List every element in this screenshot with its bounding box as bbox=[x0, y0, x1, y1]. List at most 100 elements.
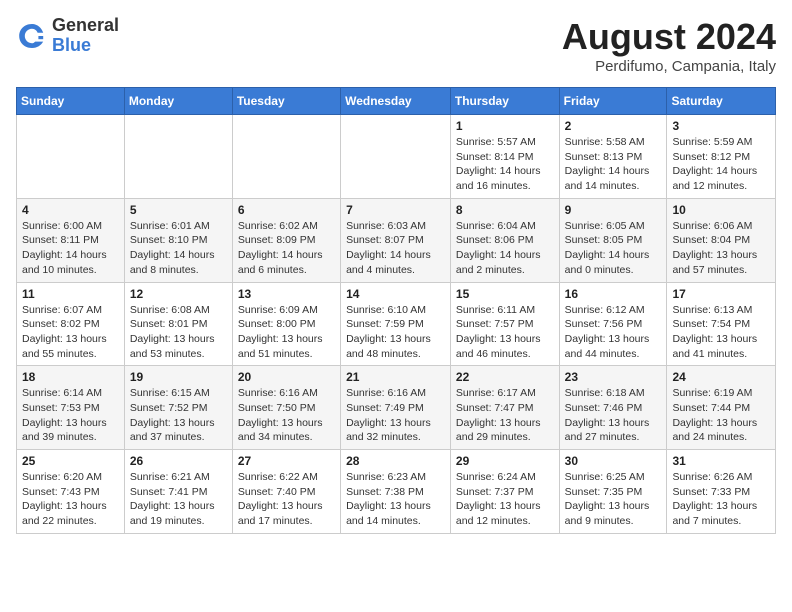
day-cell bbox=[232, 115, 340, 199]
day-cell: 13 Sunrise: 6:09 AM Sunset: 8:00 PM Dayli… bbox=[232, 282, 340, 366]
day-info: Sunrise: 6:07 AM Sunset: 8:02 PM Dayligh… bbox=[22, 303, 119, 362]
day-cell: 5 Sunrise: 6:01 AM Sunset: 8:10 PM Daylig… bbox=[124, 198, 232, 282]
day-info: Sunrise: 5:57 AM Sunset: 8:14 PM Dayligh… bbox=[456, 135, 554, 194]
day-cell: 7 Sunrise: 6:03 AM Sunset: 8:07 PM Daylig… bbox=[341, 198, 451, 282]
day-number: 3 bbox=[672, 119, 770, 133]
day-info: Sunrise: 6:03 AM Sunset: 8:07 PM Dayligh… bbox=[346, 219, 445, 278]
location-subtitle: Perdifumo, Campania, Italy bbox=[562, 58, 776, 75]
day-number: 4 bbox=[22, 203, 119, 217]
day-number: 12 bbox=[130, 287, 227, 301]
day-number: 6 bbox=[238, 203, 335, 217]
day-info: Sunrise: 6:04 AM Sunset: 8:06 PM Dayligh… bbox=[456, 219, 554, 278]
logo-icon bbox=[16, 20, 48, 52]
day-number: 11 bbox=[22, 287, 119, 301]
header-day-monday: Monday bbox=[124, 88, 232, 115]
day-cell: 18 Sunrise: 6:14 AM Sunset: 7:53 PM Dayli… bbox=[17, 366, 125, 450]
day-number: 5 bbox=[130, 203, 227, 217]
day-cell: 25Sunrise: 6:20 AM Sunset: 7:43 PM Dayli… bbox=[17, 450, 125, 534]
day-info: Sunrise: 6:16 AM Sunset: 7:49 PM Dayligh… bbox=[346, 386, 445, 445]
day-cell: 3 Sunrise: 5:59 AM Sunset: 8:12 PM Daylig… bbox=[667, 115, 776, 199]
week-row-1: 1 Sunrise: 5:57 AM Sunset: 8:14 PM Daylig… bbox=[17, 115, 776, 199]
day-number: 9 bbox=[565, 203, 662, 217]
day-number: 8 bbox=[456, 203, 554, 217]
day-number: 17 bbox=[672, 287, 770, 301]
day-info: Sunrise: 6:08 AM Sunset: 8:01 PM Dayligh… bbox=[130, 303, 227, 362]
day-cell bbox=[124, 115, 232, 199]
day-info: Sunrise: 6:12 AM Sunset: 7:56 PM Dayligh… bbox=[565, 303, 662, 362]
day-cell: 1 Sunrise: 5:57 AM Sunset: 8:14 PM Daylig… bbox=[450, 115, 559, 199]
day-number: 13 bbox=[238, 287, 335, 301]
day-info: Sunrise: 6:06 AM Sunset: 8:04 PM Dayligh… bbox=[672, 219, 770, 278]
day-info: Sunrise: 6:26 AM Sunset: 7:33 PM Dayligh… bbox=[672, 470, 770, 529]
day-info: Sunrise: 6:00 AM Sunset: 8:11 PM Dayligh… bbox=[22, 219, 119, 278]
day-number: 21 bbox=[346, 370, 445, 384]
day-cell bbox=[17, 115, 125, 199]
day-cell: 4 Sunrise: 6:00 AM Sunset: 8:11 PM Daylig… bbox=[17, 198, 125, 282]
day-info: Sunrise: 6:21 AM Sunset: 7:41 PM Dayligh… bbox=[130, 470, 227, 529]
title-block: August 2024 Perdifumo, Campania, Italy bbox=[562, 16, 776, 75]
day-number: 18 bbox=[22, 370, 119, 384]
day-info: Sunrise: 6:16 AM Sunset: 7:50 PM Dayligh… bbox=[238, 386, 335, 445]
day-cell: 14 Sunrise: 6:10 AM Sunset: 7:59 PM Dayli… bbox=[341, 282, 451, 366]
day-cell: 8 Sunrise: 6:04 AM Sunset: 8:06 PM Daylig… bbox=[450, 198, 559, 282]
day-info: Sunrise: 6:23 AM Sunset: 7:38 PM Dayligh… bbox=[346, 470, 445, 529]
day-number: 28 bbox=[346, 454, 445, 468]
day-info: Sunrise: 6:09 AM Sunset: 8:00 PM Dayligh… bbox=[238, 303, 335, 362]
day-info: Sunrise: 5:58 AM Sunset: 8:13 PM Dayligh… bbox=[565, 135, 662, 194]
day-cell: 30 Sunrise: 6:25 AM Sunset: 7:35 PM Dayli… bbox=[559, 450, 667, 534]
day-cell: 21 Sunrise: 6:16 AM Sunset: 7:49 PM Dayli… bbox=[341, 366, 451, 450]
day-cell: 27 Sunrise: 6:22 AM Sunset: 7:40 PM Dayli… bbox=[232, 450, 340, 534]
day-cell: 29Sunrise: 6:24 AM Sunset: 7:37 PM Dayli… bbox=[450, 450, 559, 534]
day-number: 14 bbox=[346, 287, 445, 301]
day-cell: 28 Sunrise: 6:23 AM Sunset: 7:38 PM Dayli… bbox=[341, 450, 451, 534]
day-info: Sunrise: 6:20 AM Sunset: 7:43 PM Dayligh… bbox=[22, 470, 119, 529]
calendar-header: SundayMondayTuesdayWednesdayThursdayFrid… bbox=[17, 88, 776, 115]
day-info: Sunrise: 5:59 AM Sunset: 8:12 PM Dayligh… bbox=[672, 135, 770, 194]
day-number: 29 bbox=[456, 454, 554, 468]
week-row-2: 4 Sunrise: 6:00 AM Sunset: 8:11 PM Daylig… bbox=[17, 198, 776, 282]
day-cell: 10 Sunrise: 6:06 AM Sunset: 8:04 PM Dayli… bbox=[667, 198, 776, 282]
day-number: 10 bbox=[672, 203, 770, 217]
day-cell: 24Sunrise: 6:19 AM Sunset: 7:44 PM Dayli… bbox=[667, 366, 776, 450]
logo-general: General bbox=[52, 16, 119, 36]
day-info: Sunrise: 6:17 AM Sunset: 7:47 PM Dayligh… bbox=[456, 386, 554, 445]
day-cell: 23Sunrise: 6:18 AM Sunset: 7:46 PM Dayli… bbox=[559, 366, 667, 450]
day-number: 7 bbox=[346, 203, 445, 217]
day-info: Sunrise: 6:10 AM Sunset: 7:59 PM Dayligh… bbox=[346, 303, 445, 362]
day-number: 30 bbox=[565, 454, 662, 468]
day-number: 1 bbox=[456, 119, 554, 133]
day-number: 26 bbox=[130, 454, 227, 468]
header-row: SundayMondayTuesdayWednesdayThursdayFrid… bbox=[17, 88, 776, 115]
day-cell: 15 Sunrise: 6:11 AM Sunset: 7:57 PM Dayli… bbox=[450, 282, 559, 366]
day-number: 15 bbox=[456, 287, 554, 301]
header-day-saturday: Saturday bbox=[667, 88, 776, 115]
logo: General Blue bbox=[16, 16, 119, 56]
logo-blue: Blue bbox=[52, 36, 119, 56]
day-cell: 22 Sunrise: 6:17 AM Sunset: 7:47 PM Dayli… bbox=[450, 366, 559, 450]
day-info: Sunrise: 6:01 AM Sunset: 8:10 PM Dayligh… bbox=[130, 219, 227, 278]
day-number: 27 bbox=[238, 454, 335, 468]
month-year-title: August 2024 bbox=[562, 16, 776, 58]
day-number: 22 bbox=[456, 370, 554, 384]
day-cell: 2 Sunrise: 5:58 AM Sunset: 8:13 PM Daylig… bbox=[559, 115, 667, 199]
day-cell bbox=[341, 115, 451, 199]
day-info: Sunrise: 6:22 AM Sunset: 7:40 PM Dayligh… bbox=[238, 470, 335, 529]
header-day-friday: Friday bbox=[559, 88, 667, 115]
day-info: Sunrise: 6:11 AM Sunset: 7:57 PM Dayligh… bbox=[456, 303, 554, 362]
day-cell: 16Sunrise: 6:12 AM Sunset: 7:56 PM Dayli… bbox=[559, 282, 667, 366]
day-info: Sunrise: 6:02 AM Sunset: 8:09 PM Dayligh… bbox=[238, 219, 335, 278]
day-info: Sunrise: 6:14 AM Sunset: 7:53 PM Dayligh… bbox=[22, 386, 119, 445]
header-day-sunday: Sunday bbox=[17, 88, 125, 115]
day-cell: 31Sunrise: 6:26 AM Sunset: 7:33 PM Dayli… bbox=[667, 450, 776, 534]
header-day-thursday: Thursday bbox=[450, 88, 559, 115]
day-info: Sunrise: 6:13 AM Sunset: 7:54 PM Dayligh… bbox=[672, 303, 770, 362]
day-cell: 17 Sunrise: 6:13 AM Sunset: 7:54 PM Dayli… bbox=[667, 282, 776, 366]
day-number: 24 bbox=[672, 370, 770, 384]
week-row-4: 18 Sunrise: 6:14 AM Sunset: 7:53 PM Dayli… bbox=[17, 366, 776, 450]
day-info: Sunrise: 6:25 AM Sunset: 7:35 PM Dayligh… bbox=[565, 470, 662, 529]
day-number: 2 bbox=[565, 119, 662, 133]
day-cell: 26 Sunrise: 6:21 AM Sunset: 7:41 PM Dayli… bbox=[124, 450, 232, 534]
day-cell: 19Sunrise: 6:15 AM Sunset: 7:52 PM Dayli… bbox=[124, 366, 232, 450]
day-cell: 12 Sunrise: 6:08 AM Sunset: 8:01 PM Dayli… bbox=[124, 282, 232, 366]
calendar-body: 1 Sunrise: 5:57 AM Sunset: 8:14 PM Daylig… bbox=[17, 115, 776, 534]
